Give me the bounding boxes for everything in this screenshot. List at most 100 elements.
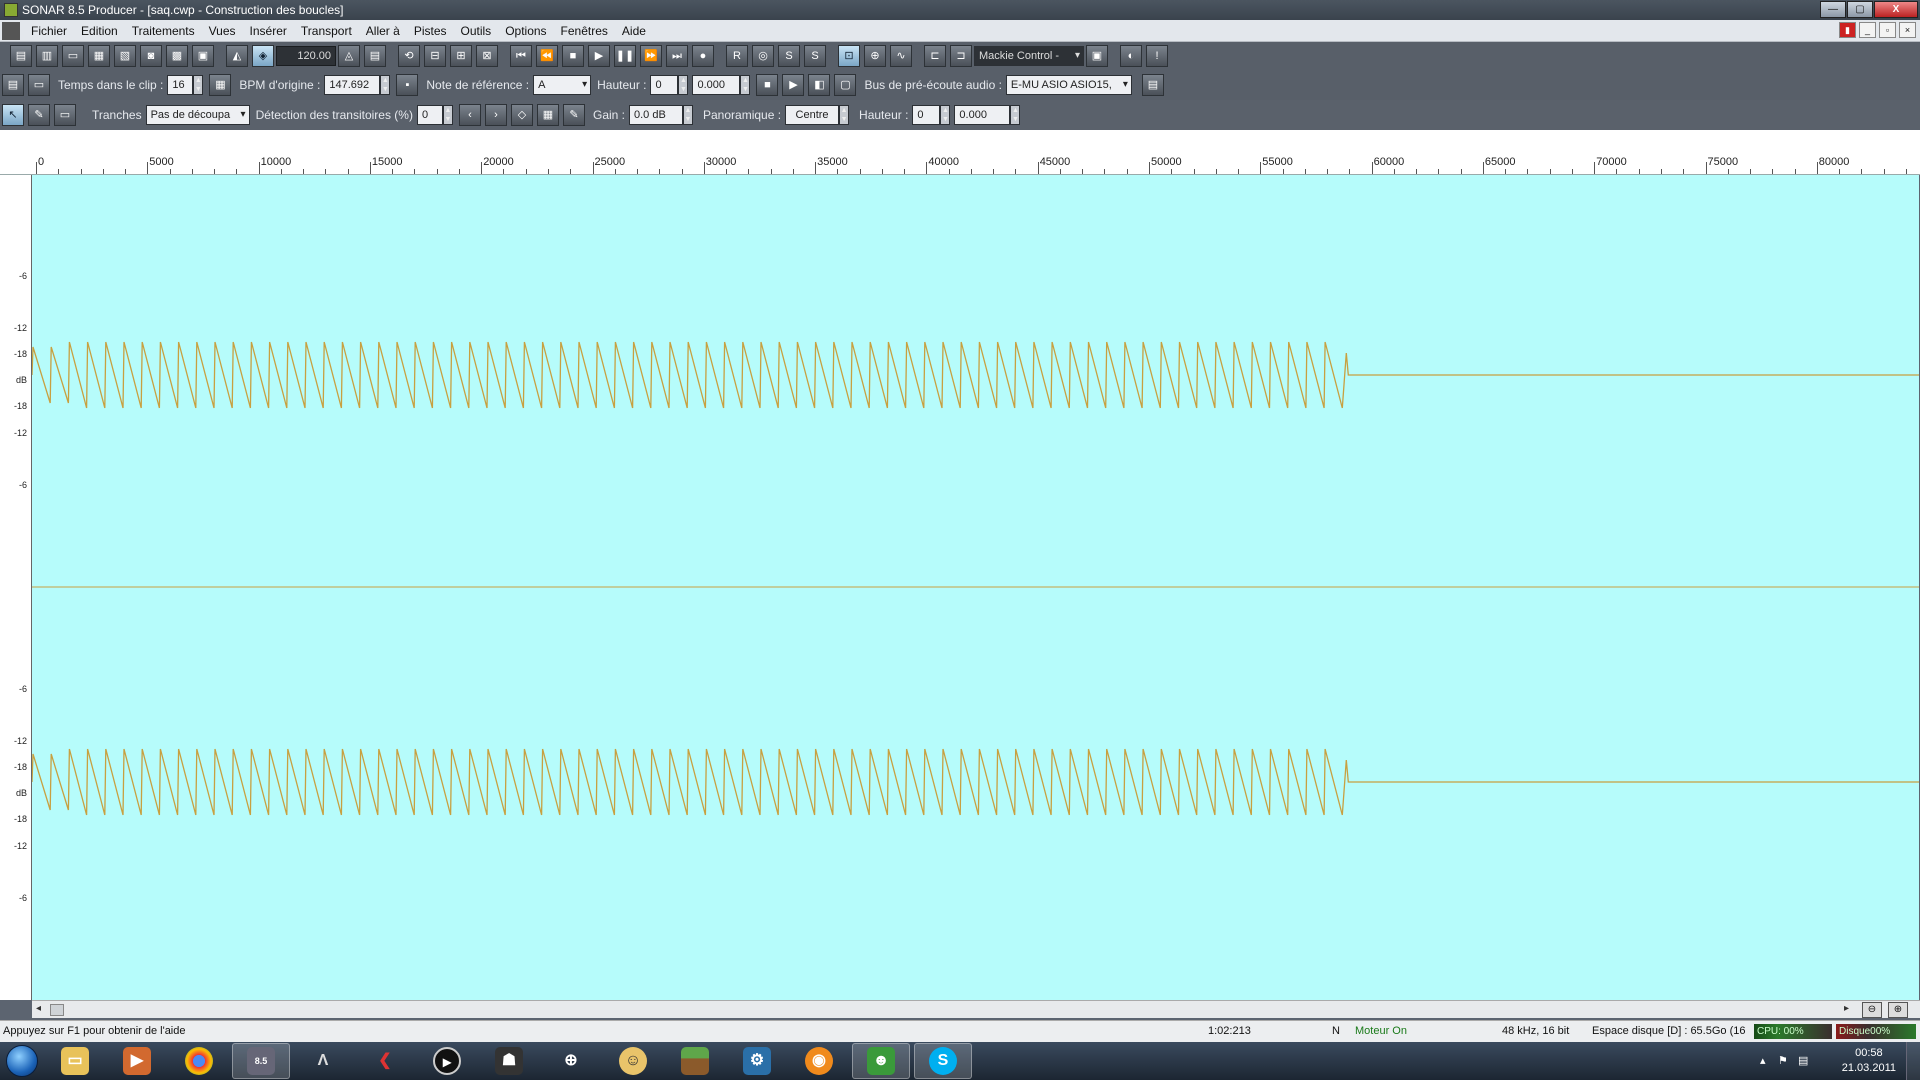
matrix-icon[interactable]: ▩: [166, 45, 188, 67]
menu-aide[interactable]: Aide: [615, 20, 653, 42]
slice-marker-icon[interactable]: ◇: [510, 104, 533, 126]
menu-outils[interactable]: Outils: [454, 20, 499, 42]
task-fallout[interactable]: ☺: [604, 1043, 662, 1079]
loop-mode-icon[interactable]: ▭: [28, 74, 50, 96]
save-loop-icon[interactable]: ▤: [2, 74, 24, 96]
hauteur-spinner[interactable]: ▲ ▼: [678, 75, 689, 95]
slice-grid-icon[interactable]: ▦: [536, 104, 559, 126]
envelope-icon[interactable]: ∿: [890, 45, 912, 67]
close-button[interactable]: X: [1874, 1, 1918, 18]
fast-forward-icon[interactable]: ⏩: [640, 45, 662, 67]
piano-roll-icon[interactable]: ▥: [36, 45, 58, 67]
menu-pistes[interactable]: Pistes: [407, 20, 454, 42]
track-view-icon[interactable]: ▤: [10, 45, 32, 67]
panic-icon[interactable]: ◐: [1120, 45, 1142, 67]
menu-edition[interactable]: Edition: [74, 20, 125, 42]
rewind-to-start-icon[interactable]: ⏮: [510, 45, 532, 67]
menu-traitements[interactable]: Traitements: [125, 20, 202, 42]
task-assassins-creed[interactable]: Λ: [294, 1043, 352, 1079]
marker-add-icon[interactable]: ⊕: [864, 45, 886, 67]
staff-view-icon[interactable]: ▭: [62, 45, 84, 67]
task-media-player[interactable]: ▶: [108, 1043, 166, 1079]
console-icon[interactable]: ▦: [88, 45, 110, 67]
task-explorer[interactable]: ▭: [46, 1043, 104, 1079]
task-flashget[interactable]: ❮: [356, 1043, 414, 1079]
tempo-map-icon[interactable]: ▤: [364, 45, 386, 67]
select-tool-icon[interactable]: ↖: [2, 104, 24, 126]
metronome-icon[interactable]: ◭: [226, 45, 248, 67]
task-chrome[interactable]: [170, 1043, 228, 1079]
snap-icon[interactable]: ◈: [252, 45, 274, 67]
slice-edit-icon[interactable]: ✎: [562, 104, 585, 126]
task-radio[interactable]: ◉: [790, 1043, 848, 1079]
zoom-out-icon[interactable]: ⊖: [1862, 1002, 1882, 1018]
task-skype[interactable]: S: [914, 1043, 972, 1079]
synth-rack-icon[interactable]: ▣: [192, 45, 214, 67]
scroll-left-icon[interactable]: ◂: [36, 1003, 41, 1014]
menu-aller-a[interactable]: Aller à: [359, 20, 407, 42]
mdi-minimize-button[interactable]: _: [1859, 22, 1876, 38]
detection-spinner[interactable]: ▲ ▼: [442, 105, 453, 125]
loop-explorer-icon[interactable]: ◙: [140, 45, 162, 67]
show-desktop-button[interactable]: [1906, 1042, 1920, 1080]
scroll-right-icon[interactable]: ▸: [1844, 1003, 1849, 1014]
time-ruler[interactable]: 0 5000 10000 15000 20000 25000 30000 35000 40000…: [0, 140, 1920, 175]
solo-override-button[interactable]: S: [804, 45, 826, 67]
next-slice-icon[interactable]: ›: [484, 104, 507, 126]
punch-icon[interactable]: ⊟: [424, 45, 446, 67]
tempo-field[interactable]: 120.00: [276, 46, 336, 66]
solo-button[interactable]: S: [778, 45, 800, 67]
scroll-thumb[interactable]: [50, 1004, 64, 1016]
hauteur-spinner-2[interactable]: ▲ ▼: [940, 105, 951, 125]
preview-play-icon[interactable]: ▶: [782, 74, 805, 96]
hauteur-fine-spinner-2[interactable]: ▲ ▼: [1010, 105, 1021, 125]
gain-field[interactable]: 0.0 dB: [629, 105, 683, 125]
surface-settings-icon[interactable]: ▣: [1086, 45, 1108, 67]
record-arm-button[interactable]: R: [726, 45, 748, 67]
task-game[interactable]: ☗: [480, 1043, 538, 1079]
loop-icon[interactable]: ⟲: [398, 45, 420, 67]
engine-status[interactable]: Moteur On: [1355, 1025, 1407, 1037]
temps-field[interactable]: 16: [167, 75, 194, 95]
menu-inserer[interactable]: Insérer: [243, 20, 294, 42]
task-steam[interactable]: ⚙: [728, 1043, 786, 1079]
sonar-app-icon[interactable]: [4, 3, 18, 17]
lock-icon[interactable]: ▮: [1839, 22, 1856, 38]
preview-stop-icon[interactable]: ■: [756, 74, 779, 96]
detection-field[interactable]: 0: [416, 105, 443, 125]
menu-options[interactable]: Options: [498, 20, 553, 42]
note-select[interactable]: A: [533, 75, 592, 95]
clock[interactable]: 00:58 21.03.2011: [1842, 1046, 1896, 1076]
task-media-center[interactable]: ▸: [418, 1043, 476, 1079]
preview-loop-icon[interactable]: ▢: [834, 74, 857, 96]
task-minecraft[interactable]: [666, 1043, 724, 1079]
start-button[interactable]: [0, 1042, 44, 1080]
bpm-icon[interactable]: ▦: [209, 74, 232, 96]
waveform-area[interactable]: [32, 175, 1919, 1000]
bpm-spinner[interactable]: ▲ ▼: [380, 75, 391, 95]
bus-settings-icon[interactable]: ▤: [1141, 74, 1164, 96]
hauteur-fine-field-2[interactable]: 0.000: [954, 105, 1011, 125]
event-list-icon[interactable]: ▧: [114, 45, 136, 67]
horizontal-scrollbar[interactable]: ◂ ▸ ⊖ ⊕: [32, 1000, 1920, 1018]
selection-icon[interactable]: ⊠: [476, 45, 498, 67]
menu-transport[interactable]: Transport: [294, 20, 359, 42]
mixdown-icon[interactable]: ⊏: [924, 45, 946, 67]
menu-vues[interactable]: Vues: [202, 20, 243, 42]
erase-tool-icon[interactable]: ▭: [54, 104, 76, 126]
preview-auto-icon[interactable]: ◧: [808, 74, 831, 96]
record-icon[interactable]: ●: [692, 45, 714, 67]
maximize-button[interactable]: ▢: [1847, 1, 1873, 18]
bounce-icon[interactable]: ⊐: [950, 45, 972, 67]
zoom-in-icon[interactable]: ⊕: [1888, 1002, 1908, 1018]
bpm-field[interactable]: 147.692: [324, 75, 381, 95]
markers-icon[interactable]: ⊞: [450, 45, 472, 67]
snap-grid-icon[interactable]: ⊡: [838, 45, 860, 67]
tempo-tap-icon[interactable]: ◬: [338, 45, 360, 67]
mdi-close-button[interactable]: ×: [1899, 22, 1916, 38]
mdi-restore-button[interactable]: ▫: [1879, 22, 1896, 38]
pan-field[interactable]: Centre: [785, 105, 840, 125]
task-sonar[interactable]: 8.5: [232, 1043, 290, 1079]
hauteur-field[interactable]: 0: [650, 75, 679, 95]
input-echo-icon[interactable]: ◎: [752, 45, 774, 67]
